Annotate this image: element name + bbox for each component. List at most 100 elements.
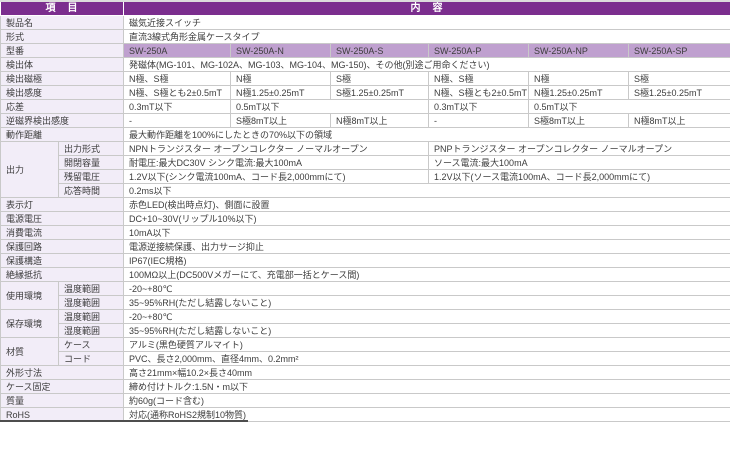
material-case-value: アルミ(黒色硬質アルマイト)	[124, 338, 730, 352]
sensitivity-value: S極1.25±0.25mT	[331, 86, 429, 100]
model-value: SW-250A-P	[429, 44, 529, 58]
header-row: 項 目 内 容	[1, 1, 730, 16]
indicator-label: 表示灯	[1, 198, 124, 212]
row-reverse-field: 逆磁界検出感度 - S極8mT以上 N極8mT以上 - S極8mT以上 N極8m…	[1, 114, 730, 128]
weight-label: 質量	[1, 394, 124, 408]
storage-env-temp-value: -20~+80℃	[124, 310, 730, 324]
response-time-value: 0.2ms以下	[124, 184, 730, 198]
hysteresis-value: 0.5mT以下	[231, 100, 429, 114]
output-form-right-value: PNPトランジスター オープンコレクター ノーマルオープン	[429, 142, 730, 156]
dimensions-label: 外形寸法	[1, 366, 124, 380]
indicator-value: 赤色LED(検出時点灯)、側面に設置	[124, 198, 730, 212]
row-material-case: 材質 ケース アルミ(黒色硬質アルマイト)	[1, 338, 730, 352]
use-env-group-label: 使用環境	[1, 282, 59, 310]
model-value: SW-250A-N	[231, 44, 331, 58]
reverse-field-value: -	[429, 114, 529, 128]
enclosure-rating-label: 保護構造	[1, 254, 124, 268]
detection-pole-value: S極	[629, 72, 730, 86]
spec-sheet-page: 項 目 内 容 製品名 磁気近接スイッチ 形式 直流3線式角形金属ケースタイプ …	[0, 0, 730, 455]
row-model: 型番 SW-250A SW-250A-N SW-250A-S SW-250A-P…	[1, 44, 730, 58]
output-group-label: 出力	[1, 142, 59, 198]
detection-pole-value: N極	[231, 72, 331, 86]
use-env-humidity-label: 湿度範囲	[59, 296, 124, 310]
detection-target-value: 発磁体(MG-101、MG-102A、MG-103、MG-104、MG-150)…	[124, 58, 730, 72]
case-mounting-label: ケース固定	[1, 380, 124, 394]
model-value: SW-250A-NP	[529, 44, 629, 58]
header-content: 内 容	[124, 1, 730, 16]
row-indicator: 表示灯 赤色LED(検出時点灯)、側面に設置	[1, 198, 730, 212]
storage-env-humidity-value: 35~95%RH(ただし結露しないこと)	[124, 324, 730, 338]
insulation-resistance-value: 100MΩ以上(DC500Vメガーにて、充電部一括とケース間)	[124, 268, 730, 282]
sensitivity-label: 検出感度	[1, 86, 124, 100]
residual-voltage-right-value: 1.2V以下(ソース電流100mA、コード長2,000mmにて)	[429, 170, 730, 184]
detection-pole-value: N極、S極	[124, 72, 231, 86]
sensitivity-value: N極、S極とも2±0.5mT	[429, 86, 529, 100]
detection-pole-label: 検出磁極	[1, 72, 124, 86]
row-sensitivity: 検出感度 N極、S極とも2±0.5mT N極1.25±0.25mT S極1.25…	[1, 86, 730, 100]
insulation-resistance-label: 絶縁抵抗	[1, 268, 124, 282]
detection-target-label: 検出体	[1, 58, 124, 72]
reverse-field-value: S極8mT以上	[529, 114, 629, 128]
reverse-field-value: N極8mT以上	[331, 114, 429, 128]
residual-voltage-label: 残留電圧	[59, 170, 124, 184]
hysteresis-label: 応差	[1, 100, 124, 114]
hysteresis-value: 0.5mT以下	[529, 100, 730, 114]
material-case-label: ケース	[59, 338, 124, 352]
detection-pole-value: N極	[529, 72, 629, 86]
material-cord-label: コード	[59, 352, 124, 366]
material-cord-value: PVC、長さ2,000mm、直径4mm、0.2mm²	[124, 352, 730, 366]
row-residual-voltage: 残留電圧 1.2V以下(シンク電流100mA、コード長2,000mmにて) 1.…	[1, 170, 730, 184]
row-case-mounting: ケース固定 締め付けトルク:1.5N・m以下	[1, 380, 730, 394]
supply-voltage-value: DC+10~30V(リップル10%以下)	[124, 212, 730, 226]
case-mounting-value: 締め付けトルク:1.5N・m以下	[124, 380, 730, 394]
switching-capacity-left-value: 耐電圧:最大DC30V シンク電流:最大100mA	[124, 156, 429, 170]
current-consumption-label: 消費電流	[1, 226, 124, 240]
supply-voltage-label: 電源電圧	[1, 212, 124, 226]
table-bottom-accent-border	[0, 420, 248, 422]
row-material-cord: コード PVC、長さ2,000mm、直径4mm、0.2mm²	[1, 352, 730, 366]
weight-value: 約60g(コード含む)	[124, 394, 730, 408]
detection-pole-value: S極	[331, 72, 429, 86]
model-label: 型番	[1, 44, 124, 58]
material-group-label: 材質	[1, 338, 59, 366]
spec-table: 項 目 内 容 製品名 磁気近接スイッチ 形式 直流3線式角形金属ケースタイプ …	[0, 0, 730, 422]
row-detection-target: 検出体 発磁体(MG-101、MG-102A、MG-103、MG-104、MG-…	[1, 58, 730, 72]
output-form-label: 出力形式	[59, 142, 124, 156]
row-enclosure-rating: 保護構造 IP67(IEC規格)	[1, 254, 730, 268]
model-value: SW-250A-SP	[629, 44, 730, 58]
row-output-form: 出力 出力形式 NPNトランジスター オープンコレクター ノーマルオープン PN…	[1, 142, 730, 156]
hysteresis-value: 0.3mT以下	[429, 100, 529, 114]
row-supply-voltage: 電源電圧 DC+10~30V(リップル10%以下)	[1, 212, 730, 226]
row-weight: 質量 約60g(コード含む)	[1, 394, 730, 408]
reverse-field-value: N極8mT以上	[629, 114, 730, 128]
storage-env-temp-label: 温度範囲	[59, 310, 124, 324]
use-env-temp-label: 温度範囲	[59, 282, 124, 296]
row-use-env-humidity: 湿度範囲 35~95%RH(ただし結露しないこと)	[1, 296, 730, 310]
reverse-field-value: S極8mT以上	[231, 114, 331, 128]
product-name-value: 磁気近接スイッチ	[124, 16, 730, 30]
sensitivity-value: N極1.25±0.25mT	[231, 86, 331, 100]
form-value: 直流3線式角形金属ケースタイプ	[124, 30, 730, 44]
row-storage-env-humidity: 湿度範囲 35~95%RH(ただし結露しないこと)	[1, 324, 730, 338]
row-product-name: 製品名 磁気近接スイッチ	[1, 16, 730, 30]
row-switching-capacity: 開閉容量 耐電圧:最大DC30V シンク電流:最大100mA ソース電流:最大1…	[1, 156, 730, 170]
row-form: 形式 直流3線式角形金属ケースタイプ	[1, 30, 730, 44]
storage-env-group-label: 保存環境	[1, 310, 59, 338]
row-use-env-temp: 使用環境 温度範囲 -20~+80℃	[1, 282, 730, 296]
hysteresis-value: 0.3mT以下	[124, 100, 231, 114]
header-item: 項 目	[1, 1, 124, 16]
product-name-label: 製品名	[1, 16, 124, 30]
row-hysteresis: 応差 0.3mT以下 0.5mT以下 0.3mT以下 0.5mT以下	[1, 100, 730, 114]
enclosure-rating-value: IP67(IEC規格)	[124, 254, 730, 268]
model-value: SW-250A-S	[331, 44, 429, 58]
row-dimensions: 外形寸法 高さ21mm×幅10.2×長さ40mm	[1, 366, 730, 380]
protection-circuit-value: 電源逆接続保護、出力サージ抑止	[124, 240, 730, 254]
reverse-field-value: -	[124, 114, 231, 128]
reverse-field-label: 逆磁界検出感度	[1, 114, 124, 128]
residual-voltage-left-value: 1.2V以下(シンク電流100mA、コード長2,000mmにて)	[124, 170, 429, 184]
row-storage-env-temp: 保存環境 温度範囲 -20~+80℃	[1, 310, 730, 324]
storage-env-humidity-label: 湿度範囲	[59, 324, 124, 338]
row-protection-circuit: 保護回路 電源逆接続保護、出力サージ抑止	[1, 240, 730, 254]
detection-pole-value: N極、S極	[429, 72, 529, 86]
model-value: SW-250A	[124, 44, 231, 58]
